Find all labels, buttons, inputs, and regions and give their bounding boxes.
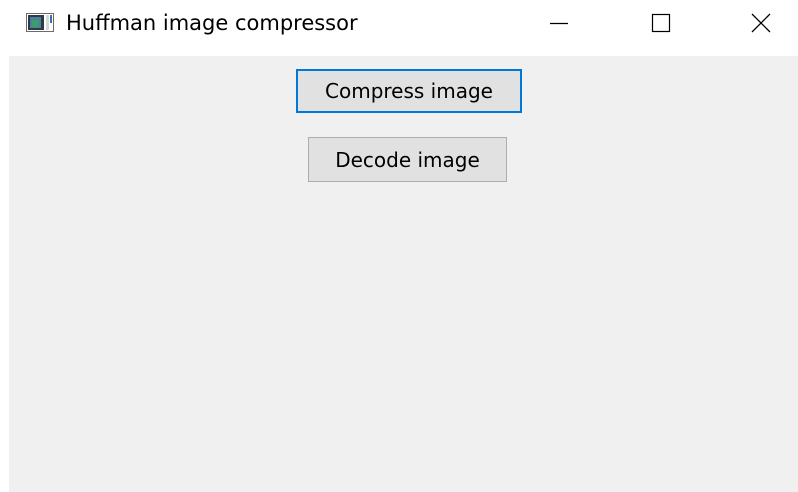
minimize-button[interactable]	[528, 0, 590, 50]
app-window: Huffman image compressor Compress image …	[0, 0, 798, 492]
maximize-button[interactable]	[630, 0, 692, 50]
compress-image-button[interactable]: Compress image	[296, 69, 522, 113]
minimize-icon	[549, 13, 569, 37]
window-app-icon[interactable]	[26, 13, 54, 32]
decode-image-button[interactable]: Decode image	[308, 137, 507, 182]
client-area: Compress image Decode image	[9, 56, 798, 492]
window-title: Huffman image compressor	[66, 11, 358, 35]
title-bar[interactable]: Huffman image compressor	[0, 0, 798, 56]
close-button[interactable]	[730, 0, 792, 50]
maximize-icon	[651, 13, 671, 37]
close-icon	[751, 13, 771, 37]
